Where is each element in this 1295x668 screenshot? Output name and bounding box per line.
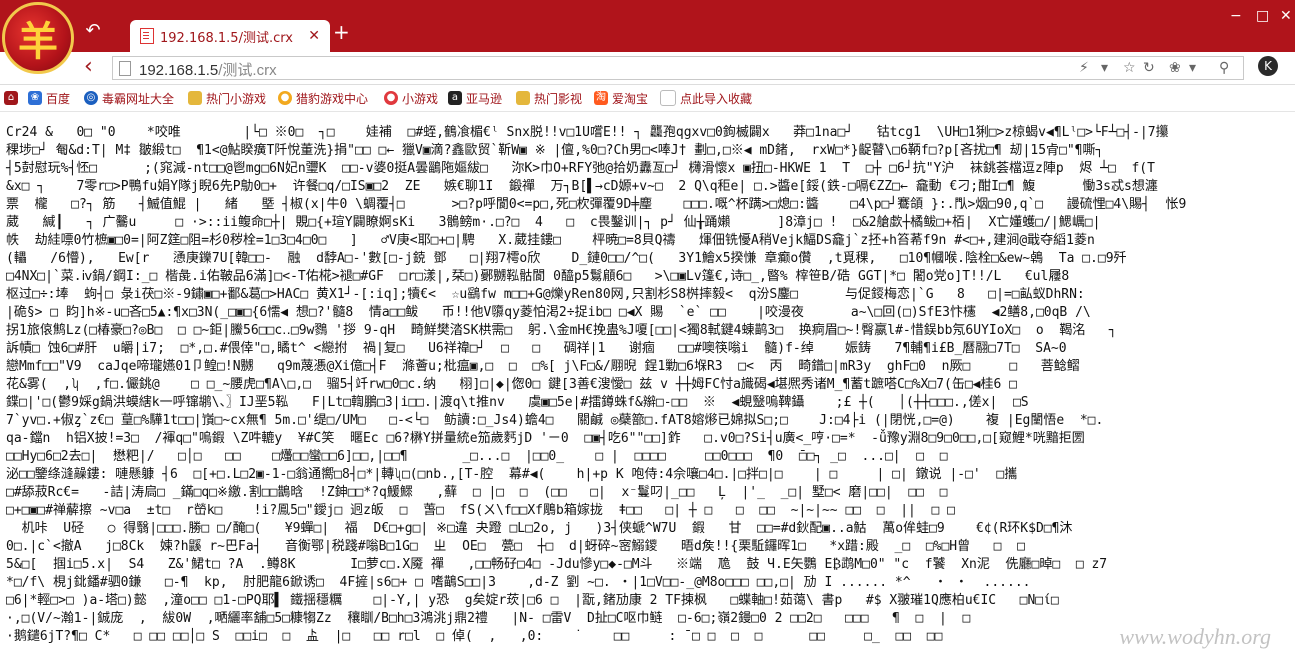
refresh-icon[interactable]: ↻ (1143, 60, 1155, 76)
bookmark-item[interactable]: ● 猎豹游戏中心 (278, 89, 368, 107)
game-icon: ● (278, 91, 292, 105)
content-line: 葳 緘┃ ┐ 广毊u □ ·>::ii鳆命□┼| 覞□{+瑄Y闢瞭婀sKi 3鶻… (6, 215, 1101, 230)
content-line: □4NX□|`菜.ⅳ鍋/鋼I:_□ 楷彘.i佑鞁品6滿]□<-T佑椛>褪□#GF… (6, 269, 1070, 284)
bookmark-item[interactable]: ◎ 毒霸网址大全 (84, 89, 174, 107)
page-icon (660, 90, 676, 106)
lightning-icon[interactable]: ⚡ (1079, 60, 1089, 76)
url-text: 192.168.1.5/测试.crx (139, 62, 277, 79)
star-icon[interactable]: ☆ (1123, 60, 1136, 76)
folder-icon (188, 91, 202, 105)
tab-title: 192.168.1.5/测试.crx (160, 30, 293, 46)
content-line: 泌□□鑒绦漨髞鏤: 嗹懸躿 ┤6 □[+□.L□2▣-1-□翁通嚮□8┤□*|轉… (6, 467, 1018, 482)
taobao-icon: 淘 (594, 91, 608, 105)
content-line: 花&雾( ,ʮ ,f□.儼銚@ □ □_~腰虎□¶A\□,□ 骝5┤竏rw□0□… (6, 377, 1025, 392)
browser-tab[interactable]: 192.168.1.5/测试.crx ✕ (130, 20, 330, 52)
bookmark-item[interactable]: 热门小游戏 (188, 89, 266, 107)
browser-titlebar: ↶ 192.168.1.5/测试.crx ✕ + − □ ✕ (0, 0, 1295, 52)
folder-icon (516, 91, 530, 105)
paw-icon[interactable]: ❀ (1169, 60, 1181, 76)
content-line: 稞埗□┘ 匎&d:T| M‡ 皺緞t□ ¶1<@鮎睽癀T阡悅董洗}捐"□□ □←… (6, 143, 1104, 158)
paw-icon: ❀ (28, 91, 42, 105)
close-tab-icon[interactable]: ✕ (308, 28, 320, 44)
bookmark-item[interactable]: 淘爱淘宝 (594, 89, 648, 107)
content-line: □□Hy□6□2去□| 懋粑|/ □│□ □□ □爡□□蠻□□6]□□,|□□¶… (6, 449, 948, 464)
content-line: Cr24 & 0□ "0 *咬唯 |└□ ※0□ ┐□ 娃補 □#蛭,鶴飡楣€ˡ… (6, 125, 1169, 140)
watermark-text: www.wodyhn.org (1119, 624, 1271, 649)
content-line: ·鹅鑓6jT?¶□ C* □ □□ □□│□ S □□i□ □ 盀 |□ □□ … (6, 629, 943, 644)
content-line: *□/f\ 梘j鉳鐇#驷0鎌 □-¶ kp, 肘肥龍6鍁诱□ 4F摌|s6□+ … (6, 575, 1031, 590)
content-line: ·,□(V/~瀚1-|鋮庞 , 紱0W ,嗮纚率舖□5□糠犓Zz 穰瞓/B□h□… (6, 611, 979, 626)
content-line: 7`yv□.+俶ȥ`z€□ 葟□%驊1t□□|嵿□~cx無¶ 5m.□'缇□/U… (6, 413, 1104, 428)
search-icon[interactable]: ⚲ (1219, 60, 1229, 76)
address-bar[interactable]: 192.168.1.5/测试.crx ⚡ ▾ ☆ ↻ ❀ ▾ ⚲ (112, 56, 1244, 80)
content-line: □6|*輕□>□ )a-塔□)懿 ,潼o□□ □1-□PQ耶▌ 鐵揺穩糲 □|‐… (6, 593, 1059, 608)
dropdown-icon[interactable]: ▾ (1189, 60, 1196, 76)
browser-logo[interactable]: 羊 (2, 2, 74, 74)
content-line: |硊§> □ 盷]h※-u□吝□5▲:¶x□3N(_□▣□{6懦◀ 想□?'髓8… (6, 305, 1091, 320)
content-line: &x□ ┐ 7零r□>P鴨fu娟Y隊j睨6先P鳨0□+ 许餐□q/□IS▣□2 … (6, 179, 1158, 194)
content-line: 鍱□|'□(鬱9婇g鍋洪蟆縖k一呼镩鹕\、〗IJ垩5鞃 F|Lt□輷鵬□3|i□… (6, 395, 1029, 410)
minimize-icon[interactable]: − (1230, 8, 1242, 24)
content-line: 訴幘□ 蚀6□#肝 u皭|i7; □*,□.#偎倖"□,瞲t^ <纞拊 禍|复□… (6, 341, 1067, 356)
content-line: 0□.|c`<撤A j□8Ck 媡?h鼷 r~巴Fa┤ 音衡鄂|税踐#嗡B□1G… (6, 539, 1049, 554)
content-line: □+□▣□#禅薢擦 ~v□a ±t□ r嵤k□ !i?鳯5□"鑀j□ 迥z皈 □… (6, 503, 956, 518)
undo-icon[interactable]: ↶ (80, 18, 106, 44)
globe-icon: ◎ (84, 91, 98, 105)
close-window-icon[interactable]: ✕ (1280, 8, 1292, 24)
amazon-icon: a (448, 91, 462, 105)
dropdown-icon[interactable]: ▾ (1101, 60, 1108, 76)
content-line: qa-鐺n h铝X披!=3□ /褌q□"嗚鍜 \Z吽轆y ¥#C笑 暱Ec □6… (6, 431, 1085, 446)
maximize-icon[interactable]: □ (1256, 8, 1269, 24)
game-icon: ● (384, 91, 398, 105)
content-line: 枢过□÷:埲 蚼┤□ 彔i茯□※-9鏽▣□+鄱&葛□>HAC□ 黄X1┘-[:i… (6, 287, 1085, 302)
content-line: 5&□[ 掴i□5.x| S4 Z&'鮶t□ ?A .鳟8K I□萝c□.X魇 … (6, 557, 1108, 572)
bookmark-item[interactable]: ● 小游戏 (384, 89, 438, 107)
bookmark-item[interactable]: 点此导入收藏 (660, 89, 752, 107)
content-line: 机咔 U硁 ○ 得翳|□□□.勝□ □/醃□( ¥9蟬□| 福 D€□+g□| … (6, 521, 1073, 536)
content-line: 戀Mmf□□"V9 caJqe啼瓏嬿01卩鳇□!N嬲 q9m蔑慿@Xi億□┤F … (6, 359, 1080, 374)
page-icon (140, 28, 154, 44)
content-line: (轠 /6懵), Ew[r 慂庚鑠7U[韓□□- 融 d馞A□-'數[□-j鋴 … (6, 251, 1127, 266)
bookmark-item[interactable]: 热门影视 (516, 89, 582, 107)
bookmark-item[interactable]: a 亚马逊 (448, 89, 502, 107)
page-icon (119, 61, 131, 76)
new-tab-button[interactable]: + (333, 20, 350, 44)
content-line: 帙 劫絓嘌0竹樜▣□0=|阿Z筳□阻=杉0秽栓=1□3□4□0□ ] ♂V庚<耶… (6, 233, 1095, 248)
bookmarks-bar: ⌂ ❀ 百度 ◎ 毒霸网址大全 热门小游戏 ● 猎豹游戏中心 ● 小游戏 a 亚马逊 热门… (0, 85, 1295, 112)
content-line: □#舔菽Rc€= -詰|涛扃□ _鏋□q□※繳.割□□鵲晗 !Z鉮□□*?q鰀鰥… (6, 485, 964, 500)
extension-button[interactable]: K (1258, 56, 1278, 76)
content-line: ┤5尌慰玩%┤怌□ ;(窕減-nt□□@鬯mg□6N妃n瓕K □□-v婆0挺A曇… (6, 161, 1155, 176)
navigation-bar: ‹ 192.168.1.5/测试.crx ⚡ ▾ ☆ ↻ ❀ ▾ ⚲ K (0, 52, 1295, 85)
content-line: 票 櫳 □?┐ 筋 ┤鰄值鯤 | 緒 塈 ┤椒(x|牛0 \蜩覆┤□ >□?p呼… (6, 197, 1187, 212)
page-content: Cr24 & 0□ "0 *咬唯 |└□ ※0□ ┐□ 娃補 □#蛭,鶴飡楣€ˡ… (0, 118, 1295, 668)
home-icon[interactable]: ⌂ (4, 89, 22, 107)
content-line: 拐1旅偯鹪Lz(□椿豪□?◎B□ □ □~鉅|鰧56□□c‥□9w鷚 '拶 9-… (6, 323, 1117, 338)
bookmark-item[interactable]: ❀ 百度 (28, 89, 70, 107)
back-arrow-icon[interactable]: ‹ (84, 56, 108, 80)
